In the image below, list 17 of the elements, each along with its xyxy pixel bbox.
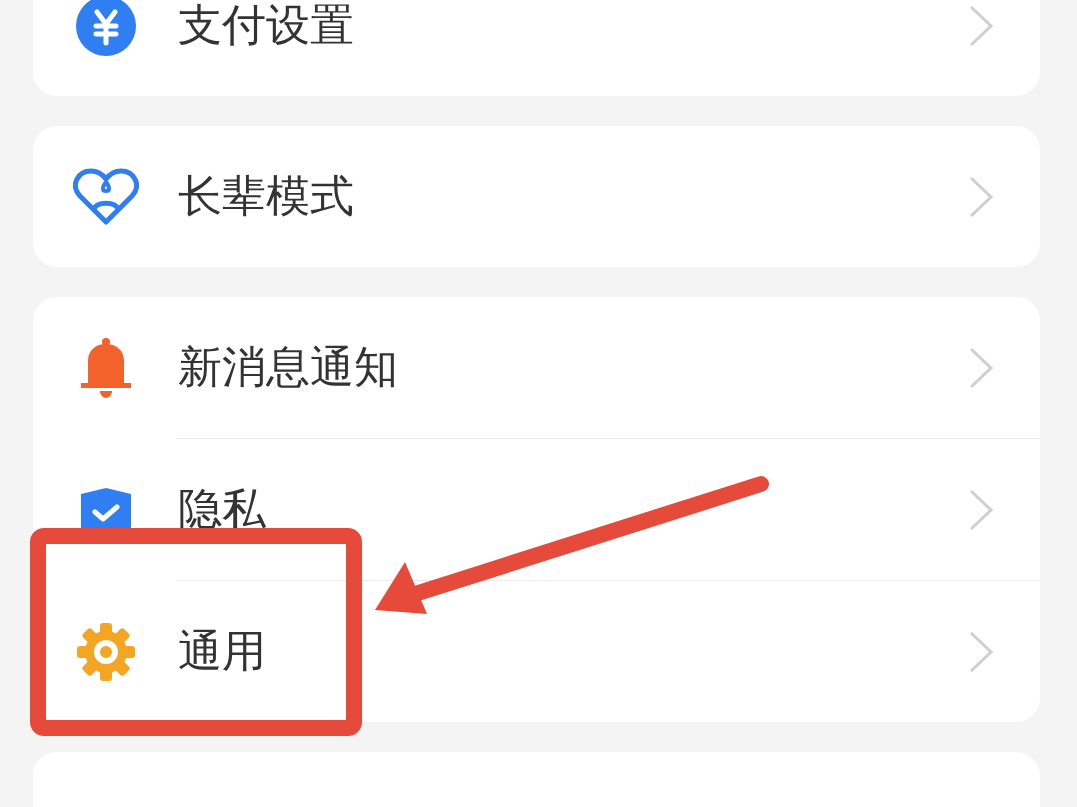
row-label: 新消息通知 bbox=[178, 340, 399, 394]
chevron-right-icon bbox=[968, 345, 994, 390]
gear-icon bbox=[75, 621, 136, 682]
chevron-right-icon bbox=[968, 629, 994, 674]
settings-row[interactable]: 新消息通知 bbox=[33, 297, 1040, 438]
row-label: 长辈模式 bbox=[178, 169, 355, 223]
settings-row[interactable]: 隐私 bbox=[176, 439, 1040, 580]
chevron-right-icon bbox=[968, 174, 994, 219]
settings-row[interactable]: 通用 bbox=[176, 581, 1040, 722]
row-label: 通用 bbox=[178, 624, 267, 678]
settings-row[interactable]: 长辈模式 bbox=[33, 126, 1040, 267]
row-label: 隐私 bbox=[178, 482, 267, 536]
chevron-right-icon bbox=[968, 487, 994, 532]
chevron-right-icon bbox=[968, 3, 994, 48]
heart-icon bbox=[72, 167, 139, 226]
row-label: 支付设置 bbox=[178, 0, 355, 52]
settings-row[interactable]: 支付设置 bbox=[33, 0, 1040, 96]
